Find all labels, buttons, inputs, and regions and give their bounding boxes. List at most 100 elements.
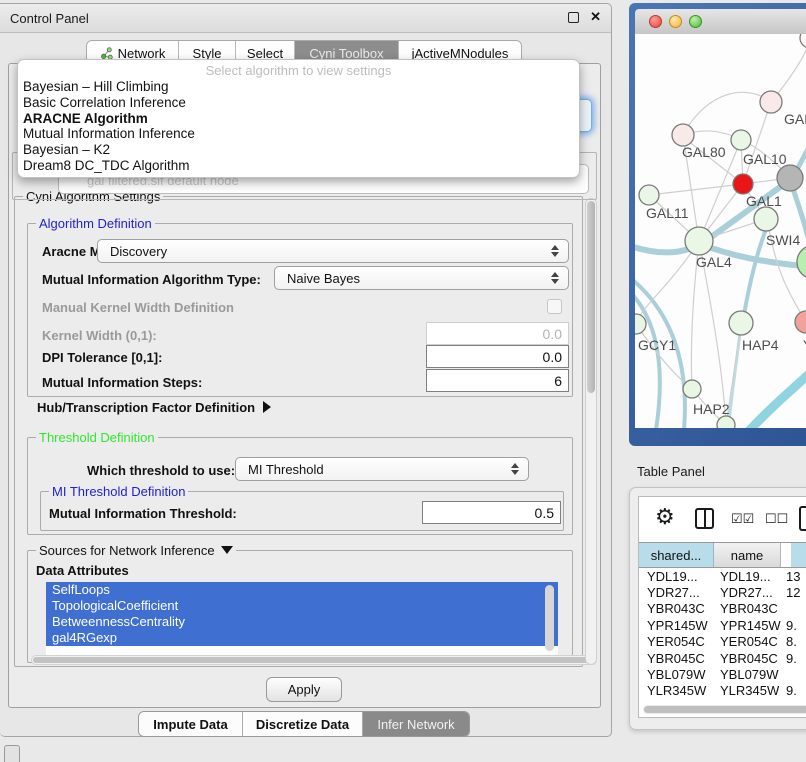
table-row[interactable]: YPR145WYPR145W9. bbox=[639, 617, 806, 633]
table-panel-title: Table Panel bbox=[637, 464, 705, 479]
export-table-icon[interactable] bbox=[799, 506, 806, 531]
table-row[interactable]: YBR043CYBR043C bbox=[639, 601, 806, 617]
table-cell: 13 bbox=[784, 569, 806, 584]
mi-algorithm-type-select[interactable]: Naive Bayes bbox=[274, 266, 569, 290]
minimize-icon[interactable] bbox=[669, 15, 682, 28]
attribute-list-item[interactable]: BetweennessCentrality bbox=[46, 614, 558, 630]
table-cell: 12 bbox=[784, 585, 806, 600]
settings-vscrollbar[interactable] bbox=[585, 198, 597, 665]
table-cell: YLR345W bbox=[639, 683, 714, 698]
table-row[interactable]: YIL052CYIL052C9 bbox=[639, 699, 806, 702]
network-node[interactable] bbox=[685, 227, 713, 255]
network-node[interactable] bbox=[683, 380, 701, 398]
algorithm-option[interactable]: Dream8 DC_TDC Algorithm bbox=[18, 158, 579, 174]
network-node[interactable] bbox=[797, 245, 806, 279]
which-threshold-value: MI Threshold bbox=[236, 462, 506, 477]
table-hscrollbar[interactable] bbox=[643, 705, 806, 714]
table-header-row: shared... name bbox=[639, 542, 806, 568]
algorithm-option[interactable]: Bayesian – K2 bbox=[18, 142, 579, 158]
mi-threshold-box: MI Threshold Definition Mutual Informati… bbox=[40, 491, 564, 531]
network-icon bbox=[100, 47, 113, 60]
network-node[interactable] bbox=[795, 311, 806, 333]
close-icon[interactable]: ✕ bbox=[590, 9, 601, 25]
table-cell: YER054C bbox=[714, 634, 784, 649]
tab-impute-data[interactable]: Impute Data bbox=[139, 712, 243, 736]
table-row[interactable]: YER054CYER054C8. bbox=[639, 634, 806, 650]
network-node[interactable] bbox=[800, 34, 806, 48]
network-node-label: GAL80 bbox=[682, 144, 726, 160]
algorithm-definition-box: Algorithm Definition Aracne Mode: Discov… bbox=[27, 223, 573, 397]
aracne-mode-value: Discovery bbox=[98, 244, 546, 259]
network-node[interactable] bbox=[717, 416, 735, 428]
threshold-definition-title: Threshold Definition bbox=[36, 430, 158, 445]
mi-threshold-field[interactable] bbox=[422, 501, 561, 524]
column-header-partial[interactable] bbox=[791, 543, 806, 567]
attribute-list-item[interactable]: TopologicalCoefficient bbox=[46, 598, 558, 614]
network-node[interactable] bbox=[729, 311, 753, 335]
float-window-icon[interactable] bbox=[568, 12, 579, 23]
network-node-label: GAL10 bbox=[743, 151, 787, 167]
hub-factor-label: Hub/Transcription Factor Definition bbox=[37, 400, 255, 415]
attributes-scrollbar[interactable] bbox=[545, 585, 554, 651]
table-row[interactable]: YLR345WYLR345W9. bbox=[639, 683, 806, 699]
network-node-label: GAL1 bbox=[746, 193, 782, 209]
kernel-width-field[interactable] bbox=[426, 322, 569, 345]
table-cell: YDR27... bbox=[639, 585, 714, 600]
dpi-tolerance-field[interactable] bbox=[426, 345, 569, 368]
maximize-icon[interactable] bbox=[689, 15, 702, 28]
table-row[interactable]: YDR27...YDR27...12 bbox=[639, 584, 806, 600]
deselect-all-checkboxes-icon[interactable]: ☐☐ bbox=[765, 511, 788, 527]
grid-icon[interactable] bbox=[4, 745, 20, 762]
tab-discretize-data[interactable]: Discretize Data bbox=[243, 712, 363, 736]
collapse-down-icon[interactable] bbox=[221, 546, 233, 554]
threshold-definition-box: Threshold Definition Which threshold to … bbox=[27, 437, 573, 535]
network-node[interactable] bbox=[760, 91, 782, 113]
table-row[interactable]: YBR045CYBR045C9. bbox=[639, 650, 806, 666]
table-cell: 9. bbox=[784, 651, 806, 666]
network-canvas[interactable]: GALGAL80GAL10GAL1GAL11GAL4SWI4GCY1HAP4YH… bbox=[635, 34, 806, 428]
algorithm-option[interactable]: Bayesian – Hill Climbing bbox=[18, 79, 579, 95]
tab-infer-network[interactable]: Infer Network bbox=[363, 712, 469, 736]
algorithm-option[interactable]: Basic Correlation Inference bbox=[18, 95, 579, 111]
network-node[interactable] bbox=[777, 165, 803, 191]
algorithm-option[interactable]: ARACNE Algorithm bbox=[18, 111, 579, 127]
table-cell: YDL19... bbox=[639, 569, 714, 584]
table-cell: YBR045C bbox=[639, 651, 714, 666]
mi-steps-label: Mutual Information Steps: bbox=[42, 375, 202, 390]
table-cell: YIL052C bbox=[714, 700, 784, 702]
algorithm-dropdown-list: Bayesian – Hill ClimbingBasic Correlatio… bbox=[18, 79, 579, 174]
network-node[interactable] bbox=[754, 207, 778, 231]
network-node[interactable] bbox=[672, 124, 694, 146]
apply-button[interactable]: Apply bbox=[266, 677, 342, 702]
column-layout-icon[interactable] bbox=[695, 508, 714, 529]
sources-title[interactable]: Sources for Network Inference bbox=[36, 543, 236, 558]
expand-right-icon[interactable] bbox=[263, 401, 271, 413]
data-attributes-list: SelfLoopsTopologicalCoefficientBetweenne… bbox=[46, 582, 558, 657]
table-panel-window: ⚙ ☑☑ ☐☐ shared... name YDL19...YDL19...1… bbox=[629, 487, 806, 730]
network-node[interactable] bbox=[639, 185, 659, 205]
close-icon[interactable] bbox=[649, 15, 662, 28]
settings-hscrollbar[interactable] bbox=[31, 655, 597, 665]
which-threshold-select[interactable]: MI Threshold bbox=[235, 457, 529, 481]
table-cell: YBR045C bbox=[714, 651, 784, 666]
gear-icon[interactable]: ⚙ bbox=[655, 504, 675, 530]
network-node[interactable] bbox=[731, 130, 751, 150]
aracne-mode-select[interactable]: Discovery bbox=[97, 239, 569, 263]
network-node[interactable] bbox=[733, 174, 753, 194]
column-header-shared-name[interactable]: shared... bbox=[639, 543, 714, 567]
network-node[interactable] bbox=[635, 314, 646, 334]
table-cell: 9. bbox=[784, 683, 806, 698]
attribute-list-item[interactable]: gal4RGexp bbox=[46, 630, 558, 646]
attribute-list-item[interactable]: SelfLoops bbox=[46, 582, 558, 598]
mi-steps-field[interactable] bbox=[426, 369, 569, 392]
column-header-name[interactable]: name bbox=[714, 543, 781, 567]
table-cell: 8. bbox=[784, 634, 806, 649]
select-all-checkboxes-icon[interactable]: ☑☑ bbox=[731, 511, 754, 527]
manual-kernel-checkbox[interactable] bbox=[547, 299, 562, 314]
algorithm-option[interactable]: Mutual Information Inference bbox=[18, 126, 579, 142]
hub-factor-section[interactable]: Hub/Transcription Factor Definition bbox=[37, 400, 271, 415]
combo-arrows-icon bbox=[546, 272, 568, 284]
table-row[interactable]: YBL079WYBL079W bbox=[639, 666, 806, 682]
table-cell: YBL079W bbox=[714, 667, 784, 682]
table-row[interactable]: YDL19...YDL19...13 bbox=[639, 568, 806, 584]
